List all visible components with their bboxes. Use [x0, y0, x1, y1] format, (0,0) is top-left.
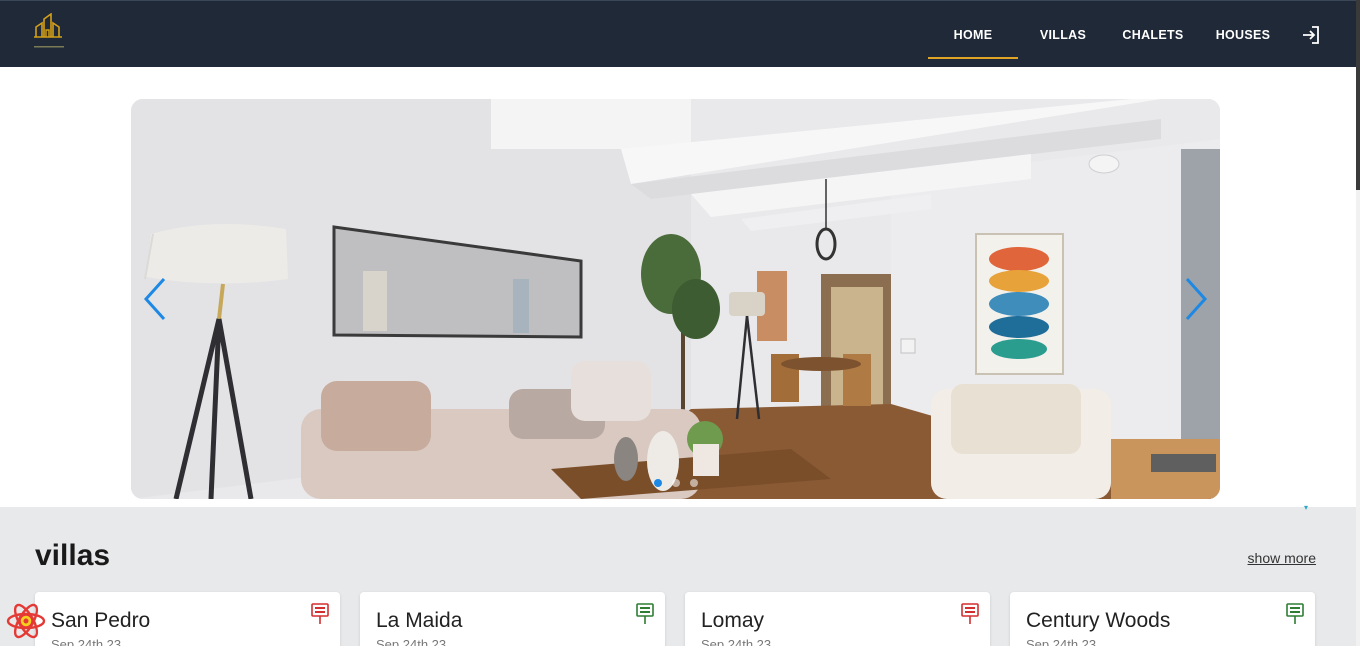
react-devtools-icon[interactable] [5, 601, 47, 641]
carousel-prev-button[interactable] [135, 275, 175, 323]
listing-card[interactable]: Century Woods Sep 24th 23 [1010, 592, 1315, 646]
hero-carousel [131, 99, 1220, 499]
for-rent-sign-icon [636, 603, 654, 624]
nav-villas-link[interactable]: VILLAS [1018, 1, 1108, 68]
decorative-mark-icon: ▾ [1304, 503, 1309, 512]
card-title: Lomay [701, 609, 765, 632]
carousel-next-button[interactable] [1176, 275, 1216, 323]
nav-links: HOME VILLAS CHALETS HOUSES [928, 1, 1330, 68]
card-date: Sep 24th 23 [1026, 637, 1097, 646]
for-sale-sign-icon [961, 603, 979, 624]
card-title: Century Woods [1026, 609, 1171, 632]
show-more-link[interactable]: show more [1248, 550, 1316, 566]
nav-home-link[interactable]: HOME [928, 1, 1018, 68]
listing-card[interactable]: Lomay Sep 24th 23 [685, 592, 990, 646]
carousel-dot[interactable] [653, 479, 662, 487]
card-title: La Maida [376, 609, 463, 632]
login-button[interactable] [1292, 1, 1330, 68]
top-navbar: HOME VILLAS CHALETS HOUSES [0, 0, 1356, 67]
page-scrollbar[interactable] [1356, 0, 1360, 646]
nav-houses-link[interactable]: HOUSES [1198, 1, 1288, 68]
chevron-right-icon [1185, 277, 1208, 321]
card-date: Sep 24th 23 [701, 637, 772, 646]
for-sale-sign-icon [311, 603, 329, 624]
villas-section: ▾ villas show more San Pedro Sep 24th 23… [0, 503, 1356, 646]
card-date: Sep 24th 23 [51, 637, 122, 646]
section-title: villas [35, 539, 111, 572]
living-room-photo [131, 99, 1220, 499]
chevron-left-icon [143, 277, 166, 321]
nav-chalets-link[interactable]: CHALETS [1108, 1, 1198, 68]
listing-card[interactable]: La Maida Sep 24th 23 [360, 592, 665, 646]
carousel-indicators [131, 479, 1220, 487]
scrollbar-thumb[interactable] [1356, 0, 1360, 190]
building-logo-icon[interactable] [32, 12, 66, 51]
listing-card[interactable]: San Pedro Sep 24th 23 [35, 592, 340, 646]
card-date: Sep 24th 23 [376, 637, 447, 646]
sign-in-icon [1303, 25, 1319, 44]
carousel-dot[interactable] [689, 479, 698, 487]
for-rent-sign-icon [1286, 603, 1304, 624]
carousel-dot[interactable] [671, 479, 680, 487]
card-title: San Pedro [51, 609, 151, 632]
